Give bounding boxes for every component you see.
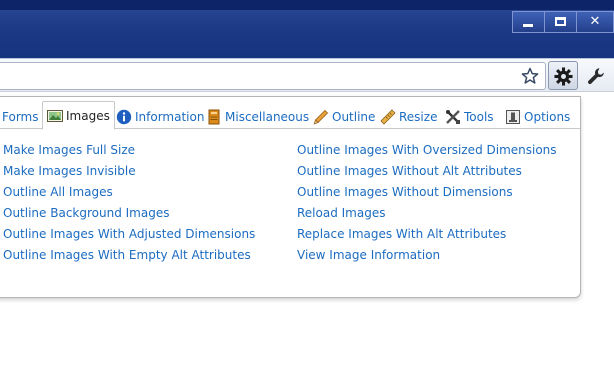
tab-label: Options	[524, 109, 571, 124]
options-icon	[506, 109, 520, 124]
outline-images-without-dimensions-link[interactable]: Outline Images Without Dimensions	[297, 184, 557, 205]
gear-icon	[554, 67, 573, 86]
minimize-icon	[523, 24, 533, 27]
tab-forms[interactable]: Forms	[2, 104, 38, 129]
pencil-icon	[313, 109, 329, 124]
window-controls: ✕	[512, 11, 614, 33]
images-menu-left-column: Make Images Full Size Make Images Invisi…	[3, 142, 255, 268]
tab-label: Information	[135, 109, 205, 124]
maximize-icon	[555, 17, 566, 26]
tab-resize[interactable]: Resize	[380, 104, 437, 129]
outline-images-adjusted-dimensions-link[interactable]: Outline Images With Adjusted Dimensions	[3, 226, 255, 247]
window-titlebar: ✕	[0, 0, 614, 58]
tab-bar: Forms Images Information Miscellaneous O…	[0, 101, 580, 130]
tools-icon	[446, 109, 460, 124]
view-image-information-link[interactable]: View Image Information	[297, 247, 557, 268]
tab-label: Images	[66, 108, 110, 123]
outline-all-images-link[interactable]: Outline All Images	[3, 184, 255, 205]
web-developer-extension-button[interactable]	[548, 61, 578, 90]
tab-images[interactable]: Images	[42, 101, 115, 130]
tab-label: Resize	[399, 109, 438, 124]
make-images-full-size-link[interactable]: Make Images Full Size	[3, 142, 255, 163]
outline-background-images-link[interactable]: Outline Background Images	[3, 205, 255, 226]
tab-label: Miscellaneous	[225, 109, 310, 124]
tab-outline[interactable]: Outline	[313, 104, 375, 129]
tab-information[interactable]: Information	[116, 104, 204, 129]
minimize-button[interactable]	[512, 11, 544, 33]
tab-label: Outline	[332, 109, 376, 124]
wrench-icon	[588, 68, 604, 85]
tab-label: Forms	[2, 109, 39, 124]
image-icon	[47, 109, 63, 122]
browser-toolbar	[0, 58, 614, 92]
maximize-button[interactable]	[544, 11, 576, 33]
notebook-icon	[208, 109, 220, 124]
outline-images-empty-alt-link[interactable]: Outline Images With Empty Alt Attributes	[3, 247, 255, 268]
tab-options[interactable]: Options	[505, 104, 570, 129]
browser-menu-button[interactable]	[582, 62, 610, 90]
close-button[interactable]: ✕	[576, 11, 614, 33]
tab-miscellaneous[interactable]: Miscellaneous	[206, 104, 309, 129]
tab-tools[interactable]: Tools	[445, 104, 494, 129]
info-icon	[116, 109, 132, 124]
star-icon[interactable]	[521, 67, 539, 85]
make-images-invisible-link[interactable]: Make Images Invisible	[3, 163, 255, 184]
web-developer-panel: Forms Images Information Miscellaneous O…	[0, 96, 581, 298]
ruler-icon	[380, 108, 396, 125]
outline-images-oversized-dimensions-link[interactable]: Outline Images With Oversized Dimensions	[297, 142, 557, 163]
tab-label: Tools	[464, 109, 494, 124]
images-menu-right-column: Outline Images With Oversized Dimensions…	[297, 142, 557, 268]
close-icon: ✕	[589, 14, 601, 29]
outline-images-without-alt-link[interactable]: Outline Images Without Alt Attributes	[297, 163, 557, 184]
address-bar[interactable]	[0, 62, 546, 90]
reload-images-link[interactable]: Reload Images	[297, 205, 557, 226]
replace-images-with-alt-link[interactable]: Replace Images With Alt Attributes	[297, 226, 557, 247]
window-frame-edge	[0, 0, 614, 10]
